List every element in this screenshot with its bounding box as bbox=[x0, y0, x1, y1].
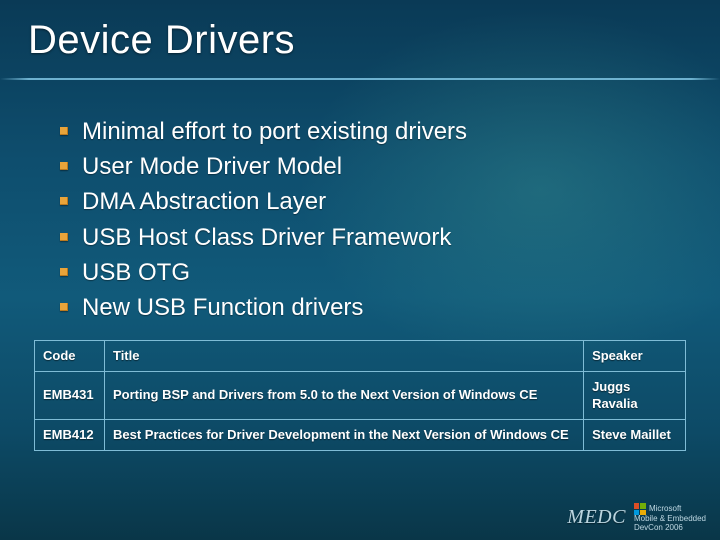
col-header-title: Title bbox=[104, 341, 583, 372]
bullet-item: USB Host Class Driver Framework bbox=[60, 222, 680, 253]
cell-speaker: Steve Maillet bbox=[584, 419, 686, 450]
slide-title: Device Drivers bbox=[0, 0, 720, 63]
cell-code: EMB431 bbox=[35, 372, 105, 420]
cell-speaker: Juggs Ravalia bbox=[584, 372, 686, 420]
microsoft-text: Microsoft bbox=[649, 505, 681, 513]
col-header-speaker: Speaker bbox=[584, 341, 686, 372]
bullet-item: User Mode Driver Model bbox=[60, 151, 680, 182]
bullet-item: USB OTG bbox=[60, 257, 680, 288]
sessions-table-wrap: Code Title Speaker EMB431 Porting BSP an… bbox=[34, 340, 686, 451]
bullet-item: New USB Function drivers bbox=[60, 292, 680, 323]
table-row: EMB412 Best Practices for Driver Develop… bbox=[35, 419, 686, 450]
col-header-code: Code bbox=[35, 341, 105, 372]
bullet-item: DMA Abstraction Layer bbox=[60, 186, 680, 217]
microsoft-block: Microsoft Mobile & Embedded DevCon 2006 bbox=[634, 503, 706, 532]
sessions-table: Code Title Speaker EMB431 Porting BSP an… bbox=[34, 340, 686, 451]
bullet-list: Minimal effort to port existing drivers … bbox=[60, 116, 680, 327]
table-row: EMB431 Porting BSP and Drivers from 5.0 … bbox=[35, 372, 686, 420]
footer-brand: MEDC Microsoft Mobile & Embedded DevCon … bbox=[567, 503, 706, 532]
table-header-row: Code Title Speaker bbox=[35, 341, 686, 372]
slide: Device Drivers Minimal effort to port ex… bbox=[0, 0, 720, 540]
cell-title: Porting BSP and Drivers from 5.0 to the … bbox=[104, 372, 583, 420]
bullet-item: Minimal effort to port existing drivers bbox=[60, 116, 680, 147]
cell-title: Best Practices for Driver Development in… bbox=[104, 419, 583, 450]
title-underline bbox=[0, 78, 720, 80]
footer-sub2: DevCon 2006 bbox=[634, 524, 706, 532]
medc-logo-text: MEDC bbox=[567, 506, 626, 529]
cell-code: EMB412 bbox=[35, 419, 105, 450]
